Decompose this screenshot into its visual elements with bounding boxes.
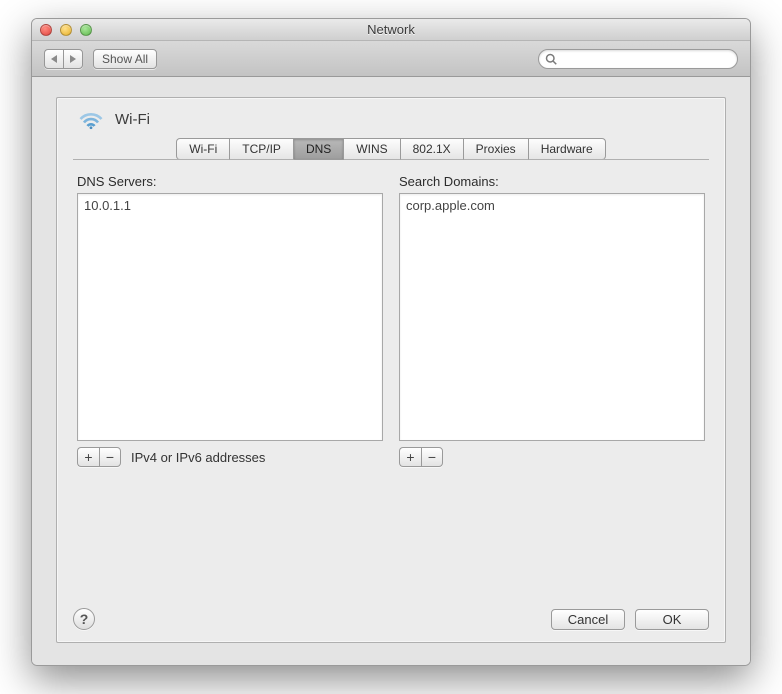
list-item[interactable]: 10.0.1.1 — [84, 197, 376, 214]
tab-hardware[interactable]: Hardware — [529, 138, 606, 160]
traffic-lights — [32, 24, 92, 36]
tab-wins[interactable]: WINS — [344, 138, 400, 160]
chevron-right-icon — [70, 55, 76, 63]
tab-wifi[interactable]: Wi-Fi — [176, 138, 230, 160]
back-button[interactable] — [44, 49, 63, 69]
minimize-icon[interactable] — [60, 24, 72, 36]
dns-hint: IPv4 or IPv6 addresses — [131, 450, 265, 465]
show-all-button[interactable]: Show All — [93, 49, 157, 69]
titlebar: Network — [32, 19, 750, 41]
cancel-button[interactable]: Cancel — [551, 609, 625, 630]
remove-server-button[interactable]: − — [99, 447, 121, 467]
search-icon — [545, 53, 557, 65]
advanced-sheet: Wi-Fi Wi-Fi TCP/IP DNS WINS 802.1X Proxi… — [56, 97, 726, 643]
dns-servers-column: DNS Servers: 10.0.1.1 + − IPv4 or IPv6 a… — [77, 174, 383, 467]
prefs-window: Network Show All Wi-Fi Wi-Fi TCP/IP DNS — [31, 18, 751, 666]
search-domains-list[interactable]: corp.apple.com — [399, 193, 705, 441]
search-domains-column: Search Domains: corp.apple.com + − — [399, 174, 705, 467]
forward-button[interactable] — [63, 49, 83, 69]
help-button[interactable]: ? — [73, 608, 95, 630]
tab-tcpip[interactable]: TCP/IP — [230, 138, 294, 160]
tab-8021x[interactable]: 802.1X — [401, 138, 464, 160]
ok-button[interactable]: OK — [635, 609, 709, 630]
dns-servers-controls: + − IPv4 or IPv6 addresses — [77, 447, 383, 467]
dns-servers-list[interactable]: 10.0.1.1 — [77, 193, 383, 441]
dns-servers-stepper: + − — [77, 447, 121, 467]
dns-servers-label: DNS Servers: — [77, 174, 383, 189]
close-icon[interactable] — [40, 24, 52, 36]
sheet-header: Wi-Fi — [57, 98, 725, 138]
nav-arrows — [44, 49, 83, 69]
window-title: Network — [32, 22, 750, 37]
add-server-button[interactable]: + — [77, 447, 99, 467]
tab-dns[interactable]: DNS — [294, 138, 344, 160]
search-domains-stepper: + − — [399, 447, 443, 467]
list-item[interactable]: corp.apple.com — [406, 197, 698, 214]
search-domains-label: Search Domains: — [399, 174, 705, 189]
wifi-icon — [77, 108, 105, 130]
zoom-icon[interactable] — [80, 24, 92, 36]
footer-buttons: Cancel OK — [551, 609, 709, 630]
toolbar: Show All — [32, 41, 750, 77]
tab-bar: Wi-Fi TCP/IP DNS WINS 802.1X Proxies Har… — [57, 138, 725, 160]
connection-name: Wi-Fi — [115, 111, 150, 128]
chevron-left-icon — [51, 55, 57, 63]
remove-domain-button[interactable]: − — [421, 447, 443, 467]
tab-proxies[interactable]: Proxies — [464, 138, 529, 160]
sheet-footer: ? Cancel OK — [57, 598, 725, 642]
dns-columns: DNS Servers: 10.0.1.1 + − IPv4 or IPv6 a… — [57, 160, 725, 473]
search-field[interactable] — [538, 49, 738, 69]
search-input[interactable] — [561, 52, 731, 66]
add-domain-button[interactable]: + — [399, 447, 421, 467]
search-domains-controls: + − — [399, 447, 705, 467]
